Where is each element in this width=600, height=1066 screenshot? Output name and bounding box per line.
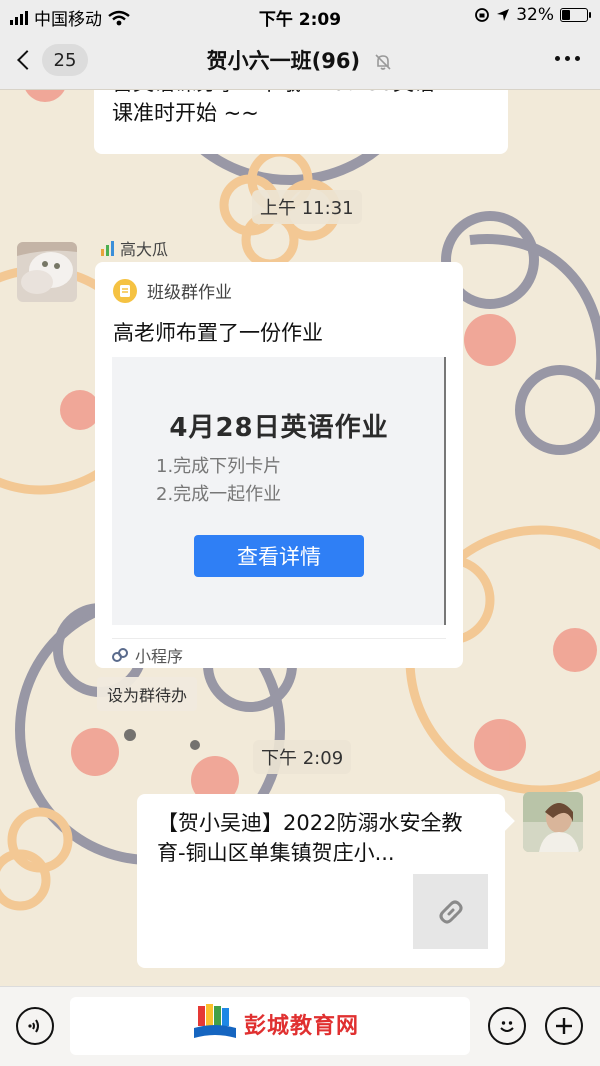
- card-preview-image: 4月28日英语作业 1.完成下列卡片 2.完成一起作业 查看详情: [112, 357, 446, 625]
- location-icon: [497, 9, 510, 21]
- timestamp: 下午 2:09: [253, 740, 352, 774]
- link-title: 【贺小吴迪】2022防溺水安全教育-铜山区单集镇贺庄小...: [157, 811, 463, 865]
- avatar[interactable]: [523, 792, 583, 852]
- chat-header: 25 贺小六一班(96): [0, 30, 600, 90]
- chat-title-row: 贺小六一班(96): [0, 45, 600, 75]
- card-title: 高老师布置了一份作业: [113, 321, 323, 345]
- message-text-line-2: 课准时开始 ~~: [112, 101, 259, 125]
- more-icon[interactable]: [555, 56, 580, 61]
- view-details-button[interactable]: 查看详情: [194, 535, 364, 577]
- watermark-logo: 彭城教育网: [192, 1004, 359, 1044]
- status-bar: 中国移动 下午 2:09 32%: [0, 0, 600, 30]
- homework-icon: [113, 278, 137, 303]
- mini-program-label: 小程序: [135, 647, 184, 666]
- mute-bell-icon: [375, 54, 391, 70]
- homework-title: 4月28日英语作业: [169, 413, 389, 443]
- battery-icon: [560, 8, 591, 22]
- chat-title: 贺小六一班(96): [206, 49, 361, 73]
- watermark-text: 彭城教育网: [244, 1014, 360, 1039]
- plus-icon[interactable]: [545, 1007, 583, 1045]
- card-source-label: 班级群作业: [147, 283, 232, 303]
- lock-rotation-icon: [475, 8, 490, 22]
- link-thumbnail: [413, 874, 488, 949]
- homework-item-1: 1.完成下列卡片: [156, 456, 282, 477]
- mini-program-card[interactable]: 班级群作业 高老师布置了一份作业 4月28日英语作业 1.完成下列卡片 2.完成…: [95, 262, 463, 668]
- sender-name: 高大瓜: [120, 240, 169, 259]
- link-icon: [439, 900, 462, 923]
- link-message-card[interactable]: 【贺小吴迪】2022防溺水安全教育-铜山区单集镇贺庄小...: [137, 794, 515, 968]
- book-logo-icon: [194, 1004, 236, 1038]
- voice-icon[interactable]: [16, 1007, 54, 1045]
- avatar[interactable]: [17, 242, 77, 302]
- set-group-todo-button[interactable]: 设为群待办: [97, 677, 198, 711]
- sender-name-row: 高大瓜: [100, 236, 168, 260]
- card-divider: [112, 638, 446, 639]
- battery-percent: 32%: [516, 5, 554, 25]
- text-message-bubble[interactable]: 留英语课分享一下哦~10：30英语 课准时开始 ~~: [94, 80, 508, 154]
- emoji-icon[interactable]: [488, 1007, 526, 1045]
- homework-item-2: 2.完成一起作业: [156, 484, 282, 505]
- level-badge-icon: [101, 241, 114, 256]
- timestamp: 上午 11:31: [252, 190, 362, 224]
- mini-program-icon: [112, 648, 128, 662]
